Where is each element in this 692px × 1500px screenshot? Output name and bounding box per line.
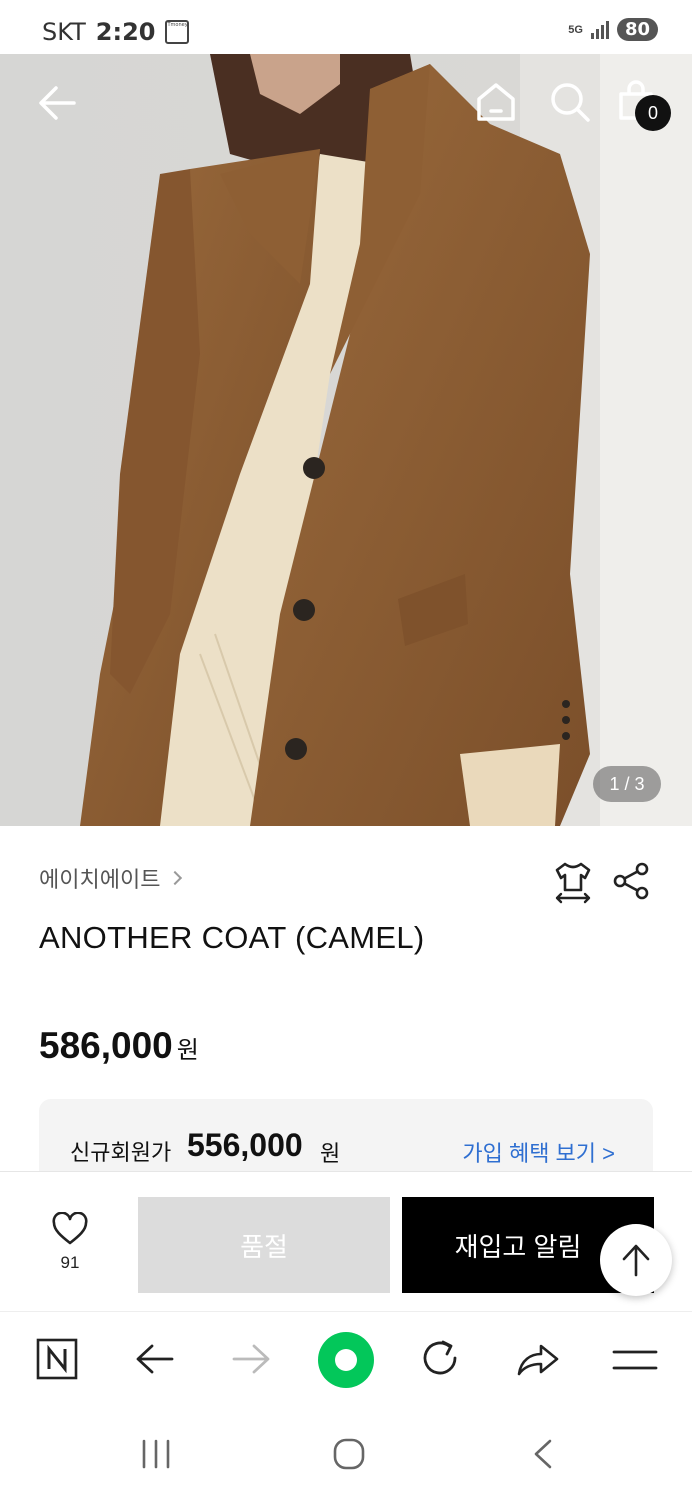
back-arrow-icon[interactable] xyxy=(36,82,78,124)
brand-name: 에이치에이트 xyxy=(39,867,161,892)
chevron-right-icon xyxy=(168,870,183,886)
status-right: 5G 80 xyxy=(568,18,658,41)
price-unit: 원 xyxy=(176,1037,199,1064)
product-title: ANOTHER COAT (CAMEL) xyxy=(39,920,425,955)
like-button[interactable]: 91 xyxy=(40,1211,100,1273)
price: 586,000 원 xyxy=(39,1025,199,1067)
product-image-carousel[interactable]: 0 1 / 3 xyxy=(0,54,692,826)
scroll-to-top-button[interactable] xyxy=(600,1224,672,1296)
battery-indicator: 80 xyxy=(616,18,658,41)
tmoney-notification-icon: Tmoney xyxy=(165,20,190,44)
forward-share-icon[interactable] xyxy=(515,1340,561,1378)
tmoney-text: Tmoney xyxy=(167,22,188,28)
reload-icon[interactable] xyxy=(419,1338,463,1380)
carrier-label: SKT xyxy=(42,18,86,46)
browser-forward-icon[interactable] xyxy=(230,1342,272,1376)
member-offer-box: 신규회원가 556,000 원 가입 혜택 보기 > xyxy=(39,1099,653,1171)
like-count: 91 xyxy=(60,1253,80,1272)
clock: 2:20 xyxy=(95,18,156,46)
hero-top-icons xyxy=(0,54,692,154)
browser-toolbar xyxy=(0,1311,692,1408)
member-price-amount: 556,000 xyxy=(187,1127,303,1163)
share-icon[interactable] xyxy=(612,862,650,900)
member-price-label: 신규회원가 xyxy=(70,1140,172,1165)
arrow-up-icon xyxy=(622,1244,650,1277)
product-photo xyxy=(0,54,692,826)
heart-icon xyxy=(52,1211,88,1245)
browser-back-icon[interactable] xyxy=(134,1342,176,1376)
brand-link[interactable]: 에이치에이트 xyxy=(39,862,183,894)
member-price-unit: 원 xyxy=(320,1141,341,1166)
status-left: SKT 2:20 Tmoney xyxy=(42,18,190,46)
search-icon[interactable] xyxy=(548,80,592,124)
naver-n-icon[interactable] xyxy=(36,1338,78,1380)
size-guide-icon[interactable] xyxy=(553,860,593,904)
signup-benefits-link[interactable]: 가입 혜택 보기 > xyxy=(462,1136,615,1168)
cart-count-badge: 0 xyxy=(635,95,671,131)
signal-icon xyxy=(590,20,609,39)
nav-back-icon[interactable] xyxy=(530,1438,556,1470)
status-bar: SKT 2:20 Tmoney 5G 80 xyxy=(0,0,692,54)
price-amount: 586,000 xyxy=(39,1025,173,1066)
image-page-indicator: 1 / 3 xyxy=(593,766,661,802)
home-icon[interactable] xyxy=(474,80,518,124)
network-5g-icon: 5G xyxy=(568,23,583,36)
purchase-action-bar: 91 품절 재입고 알림 xyxy=(0,1171,692,1311)
android-nav-bar xyxy=(0,1408,692,1500)
recent-apps-icon[interactable] xyxy=(140,1438,172,1470)
soldout-button: 품절 xyxy=(138,1197,390,1293)
menu-icon[interactable] xyxy=(612,1348,658,1372)
naver-green-dot-icon[interactable] xyxy=(317,1331,375,1389)
home-circle-icon[interactable] xyxy=(332,1437,366,1471)
